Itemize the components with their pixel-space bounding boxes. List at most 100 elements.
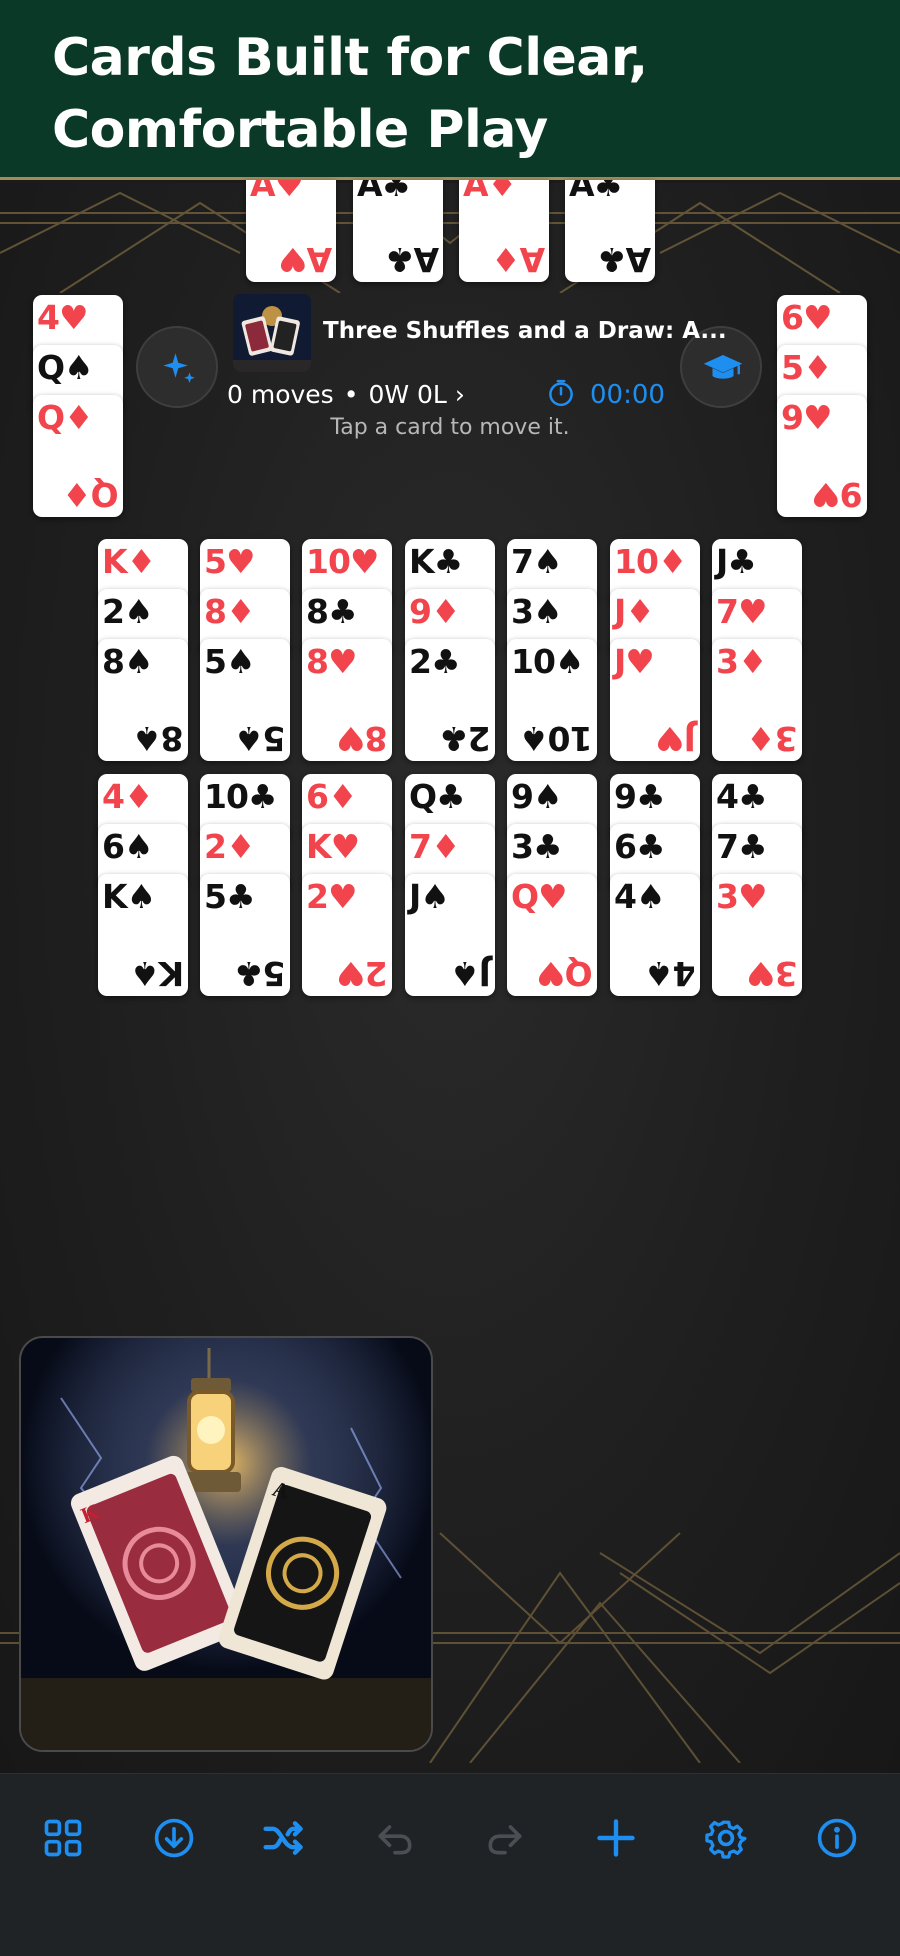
game-title[interactable]: Three Shuffles and a Draw: A... (323, 318, 727, 344)
card-rank-suit-inverted: 8♥ (337, 719, 388, 758)
card-rank-suit: A♦ (463, 180, 517, 204)
shuffle-button[interactable] (254, 1808, 314, 1868)
card-rank-suit-inverted: 9♥ (812, 475, 863, 514)
card-rank-suit: 5♣ (204, 877, 256, 916)
undo-button[interactable] (365, 1808, 425, 1868)
download-button[interactable] (144, 1808, 204, 1868)
info-icon (817, 1818, 857, 1858)
card-rank-suit-inverted: Q♦ (63, 475, 119, 514)
card-rank-suit: 6♥ (781, 298, 833, 337)
download-icon (154, 1818, 194, 1858)
tableau-row1-card[interactable]: 3♦ 3♦ (712, 639, 802, 761)
card-rank-suit: 8♥ (306, 642, 358, 681)
foundation-card[interactable]: A♣ A♣ (565, 180, 655, 282)
card-rank-suit: 2♦ (204, 827, 256, 866)
card-rank-suit: 4♦ (102, 777, 154, 816)
card-rank-suit: 6♣ (614, 827, 666, 866)
foundation-card[interactable]: A♦ A♦ (459, 180, 549, 282)
card-rank-suit: J♠ (409, 877, 450, 916)
card-rank-suit: J♦ (614, 592, 655, 631)
new-game-button[interactable] (586, 1808, 646, 1868)
card-rank-suit: 10♠ (511, 642, 585, 681)
hint-text: Tap a card to move it. (330, 415, 570, 440)
tableau-row2-card[interactable]: 5♣ 5♣ (200, 874, 290, 996)
card-rank-suit: 7♣ (716, 827, 768, 866)
card-rank-suit: K♦ (102, 542, 156, 581)
card-rank-suit: 9♦ (409, 592, 461, 631)
card-rank-suit-inverted: 3♥ (747, 954, 798, 993)
card-rank-suit-inverted: 5♣ (235, 954, 286, 993)
game-timer: 00:00 (546, 378, 665, 410)
tableau-row2-card[interactable]: J♠ J♠ (405, 874, 495, 996)
card-rank-suit: K♥ (306, 827, 360, 866)
card-rank-suit: 7♦ (409, 827, 461, 866)
card-rank-suit: 4♥ (37, 298, 89, 337)
foundation-card[interactable]: A♥ A♥ (246, 180, 336, 282)
card-rank-suit: 2♣ (409, 642, 461, 681)
card-rank-suit-inverted: 10♠ (520, 719, 593, 758)
tableau-row1-card[interactable]: J♥ J♥ (610, 639, 700, 761)
card-rank-suit: 2♠ (102, 592, 154, 631)
card-rank-suit-inverted: A♣ (385, 240, 439, 279)
tableau-row1-card[interactable]: 10♠ 10♠ (507, 639, 597, 761)
promo-header: Cards Built for Clear, Comfortable Play (0, 0, 900, 180)
card-rank-suit: Q♠ (37, 348, 94, 387)
card-rank-suit: 10♥ (306, 542, 380, 581)
tableau-row2-card[interactable]: 4♠ 4♠ (610, 874, 700, 996)
card-rank-suit: J♥ (614, 642, 655, 681)
game-stats[interactable]: 0 moves • 0W 0L › (227, 380, 465, 409)
card-rank-suit: 7♠ (511, 542, 563, 581)
tableau-row2-card[interactable]: Q♥ Q♥ (507, 874, 597, 996)
bottom-toolbar (0, 1773, 900, 1956)
stopwatch-icon (549, 379, 573, 407)
tableau-row1-card[interactable]: 2♣ 2♣ (405, 639, 495, 761)
right-pile-card[interactable]: 9♥ 9♥ (777, 395, 867, 517)
card-rank-suit: 6♦ (306, 777, 358, 816)
card-rank-suit: 9♠ (511, 777, 563, 816)
tableau-row1-card[interactable]: 5♠ 5♠ (200, 639, 290, 761)
win-loss-record: 0W 0L (368, 380, 447, 409)
card-rank-suit: Q♥ (511, 877, 568, 916)
card-rank-suit: 3♦ (716, 642, 768, 681)
card-rank-suit: 10♣ (204, 777, 278, 816)
game-thumbnail-art (233, 294, 311, 372)
card-rank-suit: 2♥ (306, 877, 358, 916)
tableau-row2-card[interactable]: K♠ K♠ (98, 874, 188, 996)
card-rank-suit: 5♦ (781, 348, 833, 387)
card-rank-suit: A♣ (357, 180, 411, 204)
card-rank-suit: 3♥ (716, 877, 768, 916)
gear-icon (705, 1820, 747, 1859)
promo-title: Cards Built for Clear, Comfortable Play (52, 28, 648, 160)
art-deco-top-ornament (0, 187, 900, 293)
card-rank-suit-inverted: 5♠ (235, 719, 286, 758)
tableau-row2-card[interactable]: 2♥ 2♥ (302, 874, 392, 996)
card-rank-suit-inverted: 4♠ (645, 954, 696, 993)
undo-icon (378, 1825, 412, 1855)
tableau-row1-card[interactable]: 8♠ 8♠ (98, 639, 188, 761)
card-rank-suit: 5♠ (204, 642, 256, 681)
grid-button[interactable] (33, 1808, 93, 1868)
redo-button[interactable] (475, 1808, 535, 1868)
card-rank-suit-inverted: 3♦ (747, 719, 798, 758)
card-rank-suit-inverted: 2♥ (337, 954, 388, 993)
card-rank-suit-inverted: A♦ (491, 240, 545, 279)
card-rank-suit: 4♠ (614, 877, 666, 916)
card-rank-suit: 3♠ (511, 592, 563, 631)
card-rank-suit: 8♣ (306, 592, 358, 631)
card-rank-suit-inverted: A♣ (597, 240, 651, 279)
game-thumbnail[interactable] (233, 294, 311, 372)
card-rank-suit: 7♥ (716, 592, 768, 631)
hint-button[interactable] (136, 326, 218, 408)
card-rank-suit: 3♣ (511, 827, 563, 866)
tableau-row1-card[interactable]: 8♥ 8♥ (302, 639, 392, 761)
card-rank-suit: 10♦ (614, 542, 688, 581)
game-artwork: K A (19, 1336, 433, 1752)
settings-button[interactable] (696, 1808, 756, 1868)
card-rank-suit: 4♣ (716, 777, 768, 816)
info-button[interactable] (807, 1808, 867, 1868)
lantern-cards-illustration: K A (21, 1338, 431, 1750)
tableau-row2-card[interactable]: 3♥ 3♥ (712, 874, 802, 996)
left-pile-card[interactable]: Q♦ Q♦ (33, 395, 123, 517)
foundation-card[interactable]: A♣ A♣ (353, 180, 443, 282)
chevron-right-icon: › (454, 380, 465, 409)
